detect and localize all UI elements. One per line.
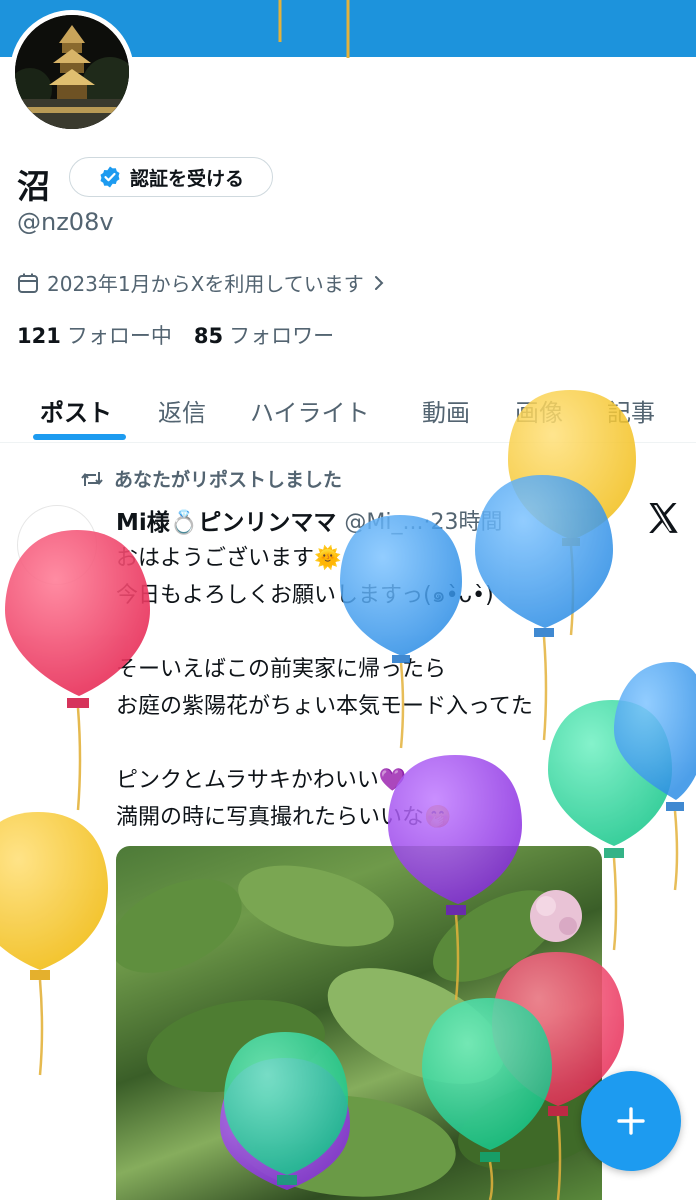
profile-name: 沼 bbox=[17, 167, 50, 206]
calendar-icon bbox=[18, 273, 38, 293]
plus-icon bbox=[617, 1107, 645, 1135]
tab-articles[interactable]: 記事 bbox=[607, 380, 655, 440]
get-verified-button[interactable]: 認証を受ける bbox=[69, 157, 273, 197]
tab-replies[interactable]: 返信 bbox=[158, 380, 206, 440]
verified-badge-icon bbox=[100, 166, 120, 188]
repost-label: あなたがリポストしました bbox=[114, 469, 343, 491]
joined-text: 2023年1月からXを利用しています bbox=[47, 272, 364, 296]
tab-highlights[interactable]: ハイライト bbox=[250, 380, 370, 440]
compose-button[interactable] bbox=[581, 1071, 681, 1171]
joined-date-row[interactable]: 2023年1月からXを利用しています bbox=[17, 268, 386, 297]
following-count: 121 bbox=[17, 324, 61, 348]
repost-icon bbox=[81, 471, 103, 486]
profile-handle: @nz08v bbox=[17, 208, 114, 236]
follow-stats: 121 フォロー中 85 フォロワー bbox=[17, 320, 334, 350]
active-tab-indicator bbox=[33, 434, 126, 440]
following-label: フォロー中 bbox=[66, 324, 172, 348]
followers-label: フォロワー bbox=[229, 324, 335, 348]
post-image[interactable] bbox=[116, 846, 602, 1200]
followers-count: 85 bbox=[193, 324, 224, 348]
followers-link[interactable]: 85 フォロワー bbox=[194, 320, 334, 350]
profile-avatar[interactable] bbox=[10, 10, 134, 134]
post-author-avatar[interactable] bbox=[17, 505, 97, 585]
repost-indicator[interactable]: あなたがリポストしました bbox=[80, 465, 342, 492]
tab-posts[interactable]: ポスト bbox=[40, 380, 112, 440]
hydrangea-photo bbox=[116, 865, 602, 1197]
x-logo-icon[interactable] bbox=[645, 500, 681, 536]
balloon-yellow bbox=[0, 812, 108, 1076]
pagoda-photo bbox=[15, 15, 129, 129]
tab-videos[interactable]: 動画 bbox=[422, 380, 470, 440]
post-author-handle-time: @Mi_...·23時間 bbox=[344, 510, 503, 535]
tab-images[interactable]: 画像 bbox=[515, 380, 563, 440]
post-text: おはようございます🌞 今日もよろしくお願いしますっ(๑•̀ᴗ•̀) そーいえばこ… bbox=[116, 546, 533, 830]
chevron-right-icon bbox=[374, 275, 384, 290]
get-verified-label: 認証を受ける bbox=[129, 167, 244, 190]
following-link[interactable]: 121 フォロー中 bbox=[17, 320, 172, 350]
post-author[interactable]: Mi様💍ピンリンママ @Mi_...·23時間 bbox=[116, 503, 502, 537]
post-author-name: Mi様💍ピンリンママ bbox=[116, 510, 337, 536]
